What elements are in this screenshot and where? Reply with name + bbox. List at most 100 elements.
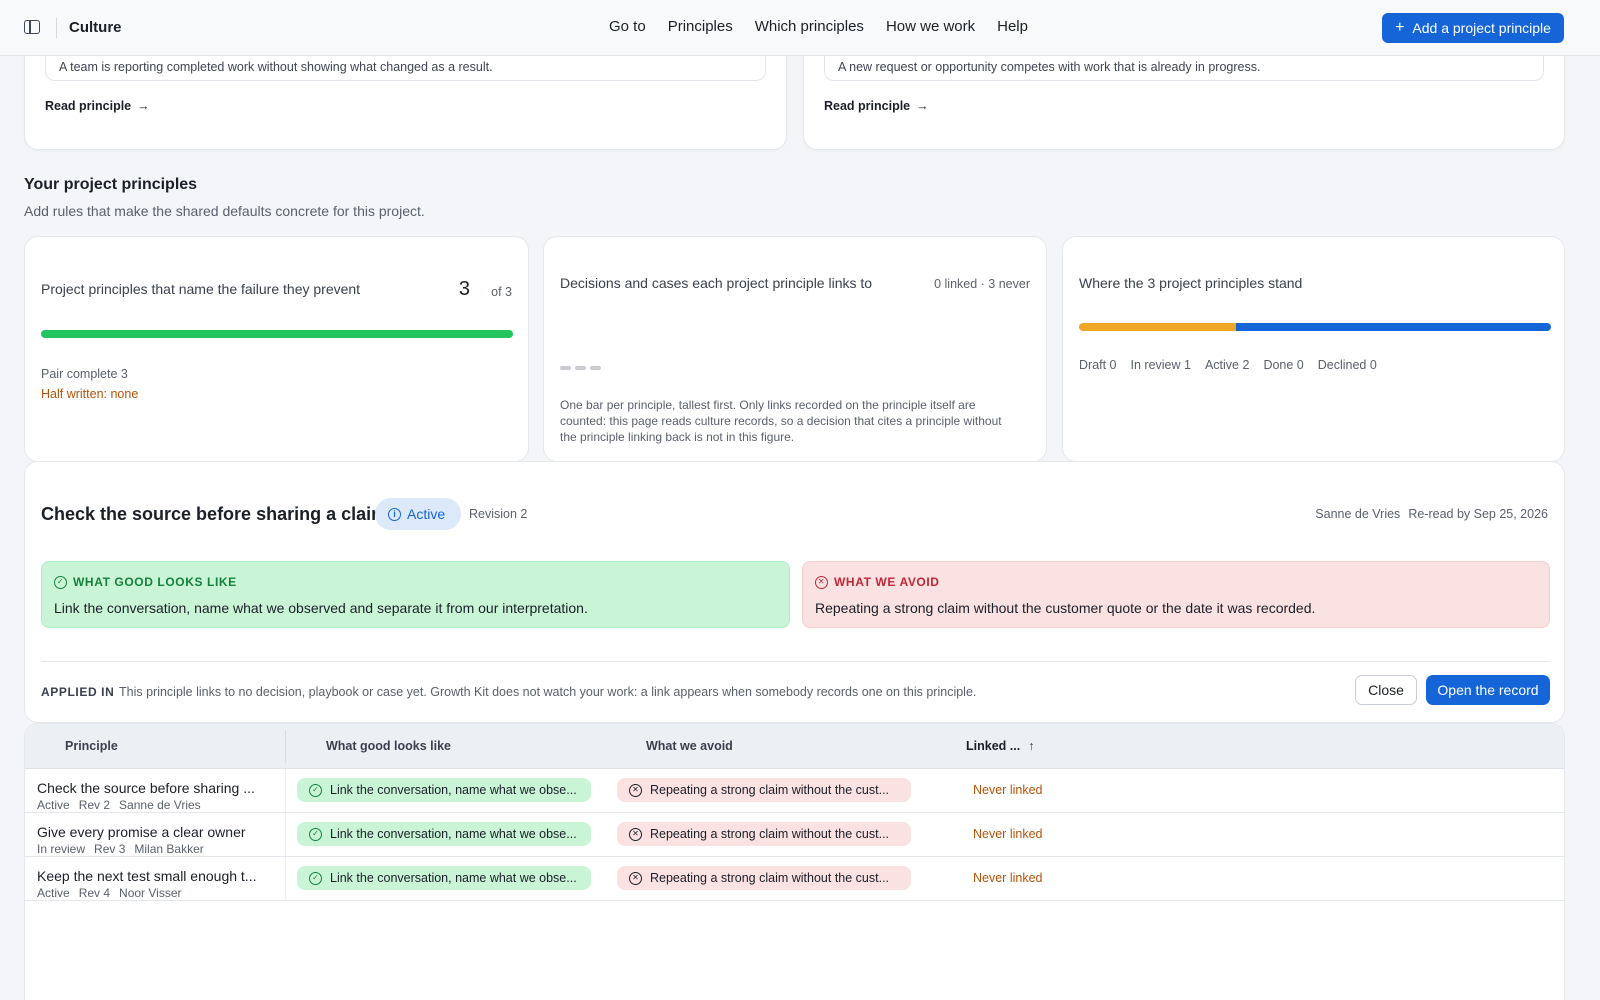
good-looks-like-box: ✓ WHAT GOOD LOOKS LIKE Link the conversa… xyxy=(41,561,790,628)
linked-status: Never linked xyxy=(973,871,1043,885)
header-principle[interactable]: Principle xyxy=(65,739,118,753)
row-meta: Active Rev 4 Noor Visser xyxy=(37,886,182,900)
pair-complete: Pair complete 3 xyxy=(41,367,128,381)
read-principle-link[interactable]: Read principle → xyxy=(824,99,929,113)
reread-date: Re-read by Sep 25, 2026 xyxy=(1408,507,1548,521)
row-title[interactable]: Keep the next test small enough t... xyxy=(37,868,273,884)
open-record-button[interactable]: Open the record xyxy=(1426,675,1550,705)
header-good[interactable]: What good looks like xyxy=(326,739,451,753)
info-icon: i xyxy=(388,507,401,521)
good-pill: ✓ Link the conversation, name what we obs… xyxy=(297,866,591,890)
arrow-right-icon: → xyxy=(137,99,150,113)
owner-meta: Sanne de Vries Re-read by Sep 25, 2026 xyxy=(1315,507,1548,521)
detail-title: Check the source before sharing a claim xyxy=(41,504,388,524)
check-circle-icon: ✓ xyxy=(54,575,67,589)
table-row[interactable]: Give every promise a clear owner In revi… xyxy=(25,813,1564,857)
nav-which-principles[interactable]: Which principles xyxy=(755,18,864,35)
sort-arrow-up-icon[interactable]: ↑ xyxy=(1028,739,1034,753)
row-rev: Rev 3 xyxy=(94,842,126,856)
links-stat-card: Decisions and cases each project princip… xyxy=(543,236,1047,462)
row-rev: Rev 4 xyxy=(78,886,111,900)
sidebar-toggle-icon[interactable] xyxy=(24,20,40,34)
empty-bar xyxy=(590,366,601,370)
row-owner: Milan Bakker xyxy=(134,842,204,856)
legend-declined: Declined 0 xyxy=(1317,358,1377,372)
x-circle-icon: ✕ xyxy=(629,871,642,885)
empty-bar xyxy=(560,366,571,370)
failure-stat-card: Project principles that name the failure… xyxy=(24,236,529,462)
row-title[interactable]: Check the source before sharing ... xyxy=(37,780,273,796)
top-bar: Culture Go to Principles Which principle… xyxy=(0,0,1600,56)
row-rev: Rev 2 xyxy=(78,798,111,812)
row-title[interactable]: Give every promise a clear owner xyxy=(37,824,273,840)
half-written: Half written: none xyxy=(41,387,139,401)
x-circle-icon: ✕ xyxy=(629,827,642,841)
legend-draft: Draft 0 xyxy=(1079,358,1117,372)
row-status: Active xyxy=(37,886,70,900)
section-title: Your project principles xyxy=(24,176,198,193)
nav-how-we-work[interactable]: How we work xyxy=(886,18,975,35)
divider xyxy=(56,18,57,38)
plus-icon: + xyxy=(1395,19,1405,36)
nav-help[interactable]: Help xyxy=(997,18,1028,35)
header-linked[interactable]: Linked ... ↑ xyxy=(966,739,1034,753)
nav-go-to[interactable]: Go to xyxy=(609,18,646,35)
legend-in-review: In review 1 xyxy=(1130,358,1191,372)
header-avoid[interactable]: What we avoid xyxy=(646,739,733,753)
principle-detail-panel: Check the source before sharing a claim … xyxy=(24,461,1565,723)
stat-of-total: of 3 xyxy=(491,285,512,299)
row-meta: In review Rev 3 Milan Bakker xyxy=(37,842,204,856)
status-legend: Draft 0 In review 1 Active 2 Done 0 Decl… xyxy=(1079,358,1377,372)
applied-in-text: This principle links to no decision, pla… xyxy=(119,685,977,699)
legend-active: Active 2 xyxy=(1204,358,1250,372)
x-circle-icon: ✕ xyxy=(815,575,828,589)
what-we-avoid-box: ✕ WHAT WE AVOID Repeating a strong claim… xyxy=(802,561,1550,628)
owner: Sanne de Vries xyxy=(1315,507,1401,521)
status-segment-active xyxy=(1236,323,1551,331)
column-resize-handle[interactable] xyxy=(285,730,286,763)
check-circle-icon: ✓ xyxy=(309,871,322,885)
main-nav: Go to Principles Which principles How we… xyxy=(609,18,1050,35)
divider xyxy=(41,661,1550,662)
principles-table: Principle What good looks like What we a… xyxy=(24,723,1565,1000)
nav-principles[interactable]: Principles xyxy=(668,18,733,35)
failure-progress-bar xyxy=(41,330,513,338)
arrow-right-icon: → xyxy=(916,99,929,113)
good-text: Link the conversation, name what we obse… xyxy=(54,600,588,616)
stat-title: Decisions and cases each project princip… xyxy=(560,275,873,291)
row-status: In review xyxy=(37,842,86,856)
principle-failure-text: A team is reporting completed work witho… xyxy=(59,60,493,74)
legend-done: Done 0 xyxy=(1263,358,1304,372)
row-meta: Active Rev 2 Sanne de Vries xyxy=(37,798,201,812)
links-description: One bar per principle, tallest first. On… xyxy=(560,398,1002,444)
good-label: ✓ WHAT GOOD LOOKS LIKE xyxy=(54,575,237,589)
avoid-text: Repeating a strong claim without the cus… xyxy=(815,600,1316,616)
read-principle-link[interactable]: Read principle → xyxy=(45,99,150,113)
app-title: Culture xyxy=(69,19,122,36)
add-project-principle-button[interactable]: + Add a project principle xyxy=(1382,13,1564,43)
section-subtitle: Add rules that make the shared defaults … xyxy=(24,203,425,219)
row-owner: Noor Visser xyxy=(119,886,182,900)
status-badge: i Active xyxy=(375,498,461,530)
table-row[interactable]: Keep the next test small enough t... Act… xyxy=(25,857,1564,901)
column-divider xyxy=(285,813,286,856)
table-header: Principle What good looks like What we a… xyxy=(25,724,1564,769)
avoid-pill: ✕ Repeating a strong claim without the cu… xyxy=(617,778,911,802)
close-button[interactable]: Close xyxy=(1355,675,1417,705)
stat-title: Where the 3 project principles stand xyxy=(1079,275,1303,291)
check-circle-icon: ✓ xyxy=(309,783,322,797)
check-circle-icon: ✓ xyxy=(309,827,322,841)
principle-failure-text: A new request or opportunity competes wi… xyxy=(838,60,1261,74)
status-stat-card: Where the 3 project principles stand Dra… xyxy=(1062,236,1565,462)
empty-bar xyxy=(575,366,586,370)
status-bar xyxy=(1079,323,1551,331)
good-pill: ✓ Link the conversation, name what we obs… xyxy=(297,778,591,802)
column-divider xyxy=(285,769,286,812)
table-row[interactable]: Check the source before sharing ... Acti… xyxy=(25,769,1564,813)
column-divider xyxy=(285,857,286,900)
linked-status: Never linked xyxy=(973,783,1043,797)
links-meta: 0 linked · 3 never xyxy=(934,277,1030,291)
stat-count: 3 xyxy=(458,278,470,300)
applied-in-label: APPLIED IN xyxy=(41,685,115,699)
row-owner: Sanne de Vries xyxy=(119,798,201,812)
